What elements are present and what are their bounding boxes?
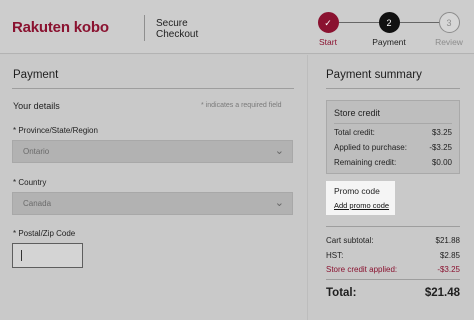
cart-subtotal-label: Cart subtotal: (326, 236, 374, 245)
checkmark-icon: ✓ (317, 12, 339, 33)
country-label: * Country (13, 178, 47, 187)
total-rule (326, 279, 460, 280)
hst-label: HST: (326, 251, 344, 260)
store-credit-title: Store credit (334, 108, 381, 118)
total-credit-label: Total credit: (334, 128, 375, 137)
payment-panel (0, 55, 307, 320)
country-select[interactable]: Canada ⌄ (12, 192, 293, 215)
total-credit-value: $3.25 (431, 128, 452, 137)
cart-subtotal-row: Cart subtotal: $21.88 (326, 236, 460, 245)
payment-summary-title: Payment summary (326, 69, 422, 81)
step-review-label: Review (435, 37, 463, 47)
payment-title: Payment (13, 69, 59, 81)
checkout-label: Checkout (156, 29, 199, 40)
step-review-number: 3 (438, 12, 460, 33)
province-value: Ontario (23, 147, 50, 156)
summary-rule (326, 226, 460, 227)
store-credit-applied-row: Store credit applied: -$3.25 (326, 265, 460, 274)
header-divider (144, 15, 145, 41)
store-credit-rule (334, 123, 452, 124)
remaining-credit-value: $0.00 (431, 158, 452, 167)
applied-value: -$3.25 (429, 143, 452, 152)
postal-code-label: * Postal/Zip Code (13, 229, 76, 238)
add-promo-code-link[interactable]: Add promo code (334, 201, 389, 210)
applied-label: Applied to purchase: (334, 143, 407, 152)
hst-row: HST: $2.85 (326, 251, 460, 260)
secure-checkout-label: Secure Checkout (156, 18, 198, 40)
postal-code-input[interactable] (12, 243, 83, 268)
cart-subtotal-value: $21.88 (435, 236, 460, 245)
checkout-header: Rakuten kobo Secure Checkout ✓ Start 2 P… (0, 0, 474, 54)
summary-title-rule (326, 88, 460, 89)
chevron-down-icon: ⌄ (274, 197, 284, 209)
store-credit-applied-value: -$3.25 (437, 265, 460, 274)
step-payment-number: 2 (378, 12, 400, 33)
remaining-credit-row: Remaining credit: $0.00 (334, 158, 452, 167)
secure-label: Secure (156, 18, 188, 29)
required-field-note: * indicates a required field (201, 102, 282, 109)
country-value: Canada (23, 199, 52, 208)
step-review: 3 Review (414, 12, 474, 48)
total-credit-row: Total credit: $3.25 (334, 128, 452, 137)
step-start: ✓ Start (293, 12, 363, 48)
remaining-credit-label: Remaining credit: (334, 158, 397, 167)
promo-code-title: Promo code (334, 186, 380, 196)
total-row: Total: $21.48 (326, 287, 460, 299)
applied-row: Applied to purchase: -$3.25 (334, 143, 452, 152)
total-label: Total: (326, 287, 357, 299)
hst-value: $2.85 (439, 251, 460, 260)
province-label: * Province/State/Region (13, 126, 98, 135)
payment-title-rule (12, 88, 294, 89)
store-credit-applied-label: Store credit applied: (326, 265, 398, 274)
total-value: $21.48 (424, 287, 460, 299)
your-details-heading: Your details (13, 101, 60, 111)
rakuten-kobo-logo[interactable]: Rakuten kobo (12, 19, 109, 36)
province-select[interactable]: Ontario ⌄ (12, 140, 293, 163)
text-cursor (21, 250, 22, 261)
promo-code-section: Promo code Add promo code (326, 181, 395, 215)
chevron-down-icon: ⌄ (274, 145, 284, 157)
step-start-label: Start (319, 37, 337, 47)
